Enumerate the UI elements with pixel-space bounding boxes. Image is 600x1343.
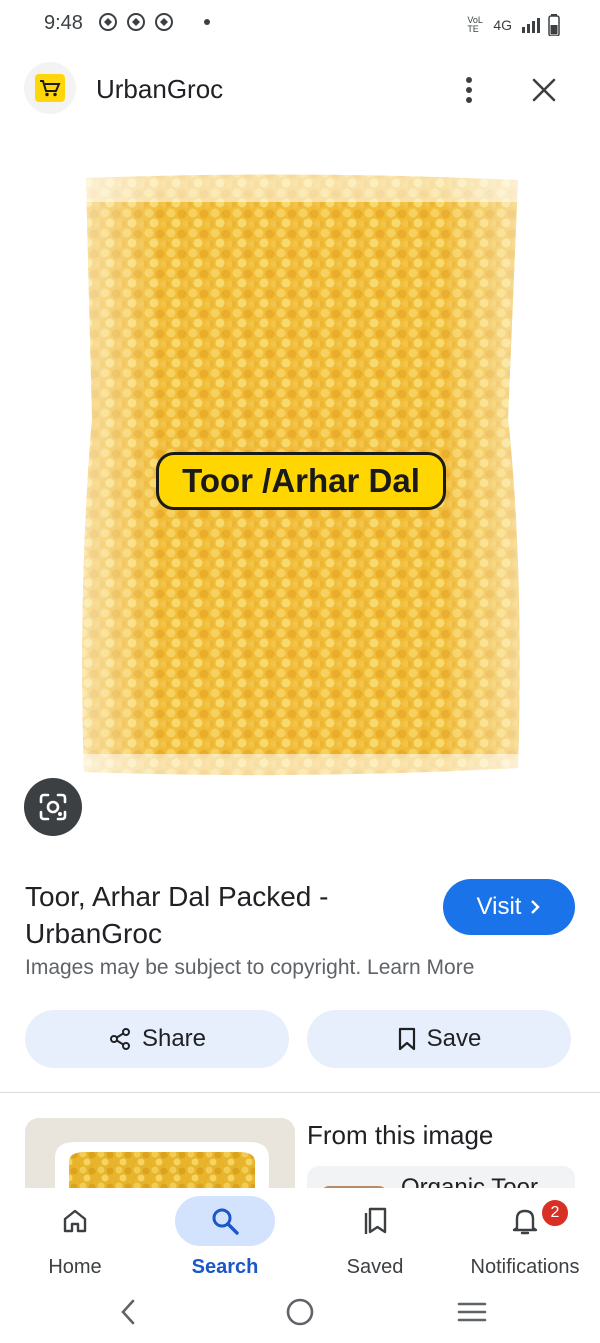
search-icon	[175, 1196, 275, 1246]
shopping-cart-icon	[35, 74, 65, 102]
network-type: 4G	[493, 17, 512, 33]
back-icon[interactable]	[108, 1292, 148, 1332]
volte-icon: VoLTE	[467, 15, 483, 34]
share-label: Share	[141, 1025, 207, 1052]
copyright-notice: Images may be subject to copyright. Lear…	[25, 956, 474, 980]
copyright-text: Images may be subject to copyright.	[25, 956, 362, 979]
result-title[interactable]: Toor, Arhar Dal Packed - UrbanGroc	[25, 878, 415, 952]
home-circle-icon[interactable]	[280, 1292, 320, 1332]
nav-saved-label: Saved	[346, 1256, 404, 1278]
notification-app-icon	[127, 13, 145, 31]
nav-notifications-label: Notifications	[470, 1256, 580, 1278]
status-time: 9:48	[44, 12, 83, 34]
nav-search-label: Search	[191, 1256, 259, 1278]
learn-more-link[interactable]: Learn More	[367, 956, 474, 979]
save-label: Save	[426, 1025, 482, 1052]
close-icon[interactable]	[524, 72, 564, 108]
lens-search-button[interactable]	[24, 778, 82, 836]
nav-home-label: Home	[48, 1256, 102, 1278]
notification-app-icon	[155, 13, 173, 31]
more-vert-icon[interactable]	[454, 72, 484, 108]
nav-saved[interactable]: Saved	[300, 1188, 450, 1284]
status-dot	[204, 19, 210, 25]
share-icon	[109, 1028, 130, 1050]
status-right-icons: VoLTE 4G	[467, 14, 560, 36]
package-label-text: Toor /Arhar Dal	[182, 462, 420, 499]
saved-icon	[325, 1196, 425, 1246]
site-logo[interactable]	[24, 62, 76, 114]
site-name[interactable]: UrbanGroc	[96, 74, 223, 105]
notification-badge: 2	[540, 1198, 570, 1228]
related-image-thumbnail[interactable]	[25, 1118, 295, 1190]
system-navigation-bar	[0, 1284, 600, 1339]
share-button[interactable]: Share	[25, 1010, 289, 1068]
nav-home[interactable]: Home	[0, 1188, 150, 1284]
product-image[interactable]: Toor /Arhar Dal	[78, 168, 524, 788]
status-notification-icons	[98, 12, 210, 32]
notification-app-icon	[99, 13, 117, 31]
visit-button-label: Visit	[476, 893, 522, 920]
chevron-right-icon	[531, 900, 541, 914]
from-this-image-heading: From this image	[307, 1120, 494, 1150]
signal-icon	[522, 18, 540, 33]
recents-icon[interactable]	[452, 1292, 492, 1332]
nav-search[interactable]: Search	[150, 1188, 300, 1284]
lens-icon	[39, 793, 67, 821]
visit-button[interactable]: Visit	[443, 879, 575, 935]
divider	[0, 1092, 600, 1093]
nav-notifications[interactable]: 2 Notifications	[450, 1188, 600, 1284]
home-icon	[25, 1196, 125, 1246]
battery-icon	[548, 14, 560, 36]
package-label: Toor /Arhar Dal	[156, 452, 446, 510]
save-button[interactable]: Save	[307, 1010, 571, 1068]
bookmark-icon	[398, 1027, 415, 1051]
